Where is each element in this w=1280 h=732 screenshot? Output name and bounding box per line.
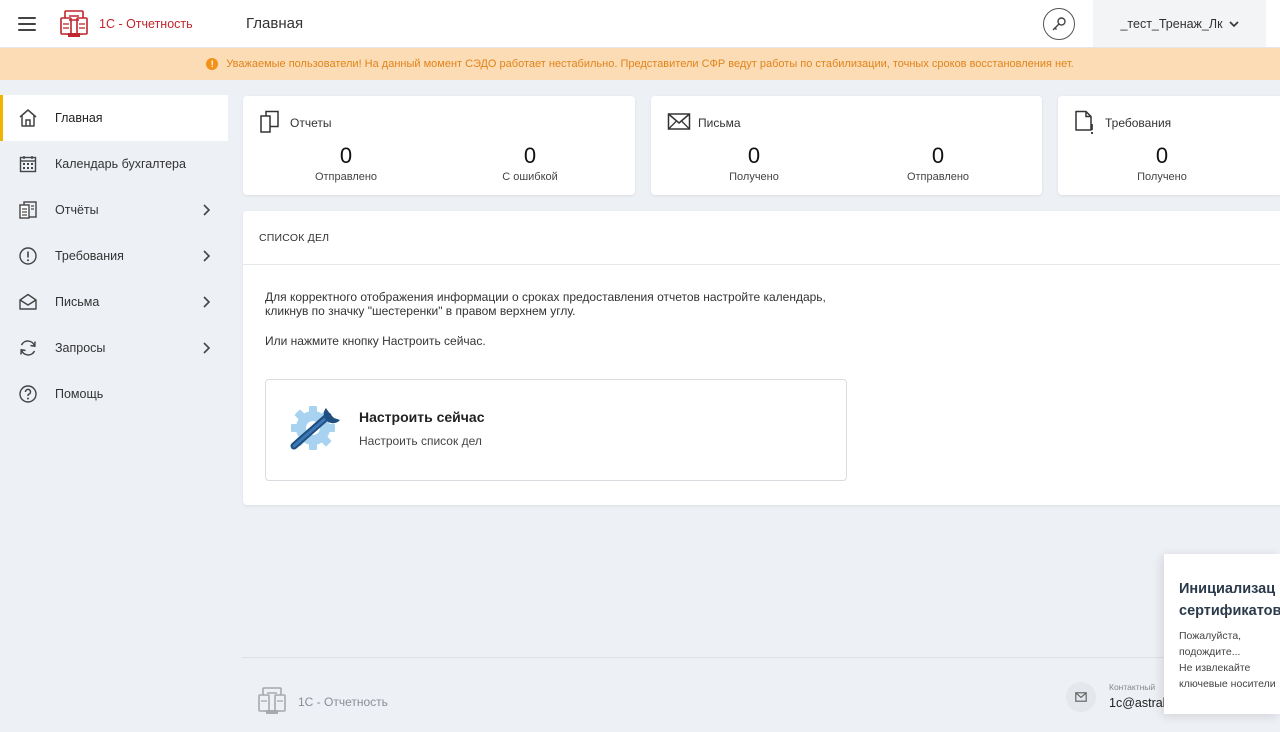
todo-text: кликнув по значку "шестеренки" в правом … [265, 304, 576, 318]
refresh-icon [18, 338, 38, 358]
home-icon [18, 108, 38, 128]
certificate-init-toast: Инициализац сертификатов Пожалуйста, под… [1164, 554, 1280, 714]
sidebar-item-label: Главная [55, 111, 103, 125]
sidebar-item-label: Письма [55, 295, 100, 309]
menu-icon[interactable] [18, 16, 38, 32]
help-icon [18, 384, 38, 404]
gear-wrench-icon [290, 406, 343, 450]
alert-circle-icon [18, 246, 38, 266]
sidebar-item-home[interactable]: Главная [0, 95, 228, 141]
stat-card-letters[interactable]: Письма 0 Получено 0 Отправлено [651, 96, 1042, 195]
sidebar-item-requests[interactable]: Запросы [0, 325, 228, 371]
envelope-icon [667, 113, 691, 130]
contact-label: Контактный [1109, 682, 1156, 692]
footer-logo-text: 1С - Отчетность [298, 695, 388, 709]
user-name: _тест_Тренаж_Лк [1120, 16, 1223, 31]
documents-icon [260, 110, 279, 133]
todo-heading: СПИСОК ДЕЛ [259, 232, 330, 244]
chevron-right-icon [203, 204, 211, 216]
toast-body-line: Не извлекайте [1179, 662, 1251, 674]
key-icon [1052, 17, 1066, 31]
banner-text: Уважаемые пользователи! На данный момент… [226, 58, 1074, 70]
app-header: 1С - Отчетность Главная _тест_Тренаж_Лк [0, 0, 1280, 48]
footer-logo-icon [257, 686, 287, 721]
stat-value: 0 [1155, 143, 1169, 168]
stat-label: Получено [1137, 171, 1187, 183]
stat-title: Письма [698, 116, 741, 130]
logo-text[interactable]: 1С - Отчетность [99, 17, 193, 31]
sidebar-item-demands[interactable]: Требования [0, 233, 228, 279]
stat-value: 0 [931, 143, 945, 168]
stat-label: Отправлено [314, 171, 378, 183]
footer-divider [242, 657, 1280, 658]
warning-banner: ! Уважаемые пользователи! На данный моме… [0, 48, 1280, 80]
document-alert-icon [1075, 110, 1094, 135]
chevron-right-icon [203, 342, 211, 354]
stat-card-demands[interactable]: Требования 0 Получено [1058, 96, 1280, 195]
sidebar-item-reports[interactable]: Отчёты [0, 187, 228, 233]
toast-body-line: подождите... [1179, 646, 1241, 658]
chevron-right-icon [203, 296, 211, 308]
stat-card-reports[interactable]: Отчеты 0 Отправлено 0 С ошибкой [243, 96, 635, 195]
toast-body-line: Пожалуйста, [1179, 630, 1242, 642]
toast-title-line: Инициализац [1179, 581, 1276, 597]
reports-icon [18, 200, 38, 220]
contact-mail-icon [1066, 682, 1096, 712]
key-button[interactable] [1043, 8, 1075, 40]
sidebar-item-label: Отчёты [55, 203, 99, 217]
stat-label: Отправлено [906, 171, 970, 183]
setup-now-button[interactable]: Настроить сейчас Настроить список дел [265, 379, 847, 481]
stat-value: 0 [523, 143, 537, 168]
stat-value: 0 [339, 143, 353, 168]
todo-card: СПИСОК ДЕЛ Для корректного отображения и… [243, 211, 1280, 505]
sidebar-item-label: Календарь бухгалтера [55, 157, 186, 171]
stat-value: 0 [747, 143, 761, 168]
toast-title-line: сертификатов [1179, 603, 1280, 619]
calendar-icon [18, 154, 38, 174]
sidebar-item-label: Требования [55, 249, 124, 263]
page-title: Главная [246, 15, 304, 32]
stat-title: Требования [1105, 116, 1172, 130]
stat-label: С ошибкой [502, 171, 558, 183]
warning-icon: ! [206, 58, 219, 70]
todo-text: Для корректного отображения информации о… [265, 290, 826, 304]
todo-text: Или нажмите кнопку Настроить сейчас. [265, 334, 486, 348]
stat-title: Отчеты [290, 116, 332, 130]
sidebar-item-help[interactable]: Помощь [0, 371, 228, 417]
sidebar-item-label: Запросы [55, 341, 106, 355]
sidebar-item-letters[interactable]: Письма [0, 279, 228, 325]
chevron-right-icon [203, 250, 211, 262]
toast-body-line: ключевые носители [1179, 678, 1276, 690]
contact-email-link[interactable]: 1c@astral [1109, 696, 1165, 710]
chevron-down-icon [1228, 20, 1239, 27]
toast-body: Пожалуйста, подождите... Не извлекайте к… [1179, 628, 1280, 692]
user-menu-button[interactable]: _тест_Тренаж_Лк [1093, 0, 1266, 47]
stat-label: Получено [729, 171, 779, 183]
sidebar-item-calendar[interactable]: Календарь бухгалтера [0, 141, 228, 187]
setup-subtitle: Настроить список дел [359, 434, 482, 448]
logo-icon[interactable] [59, 9, 89, 39]
toast-title: Инициализац сертификатов [1179, 578, 1280, 622]
sidebar-item-label: Помощь [55, 387, 104, 401]
divider [243, 264, 1280, 265]
sidebar: Главная Календарь бухгалтера Отчёты Треб… [0, 95, 228, 417]
setup-title: Настроить сейчас [359, 409, 485, 425]
envelope-open-icon [18, 292, 38, 312]
